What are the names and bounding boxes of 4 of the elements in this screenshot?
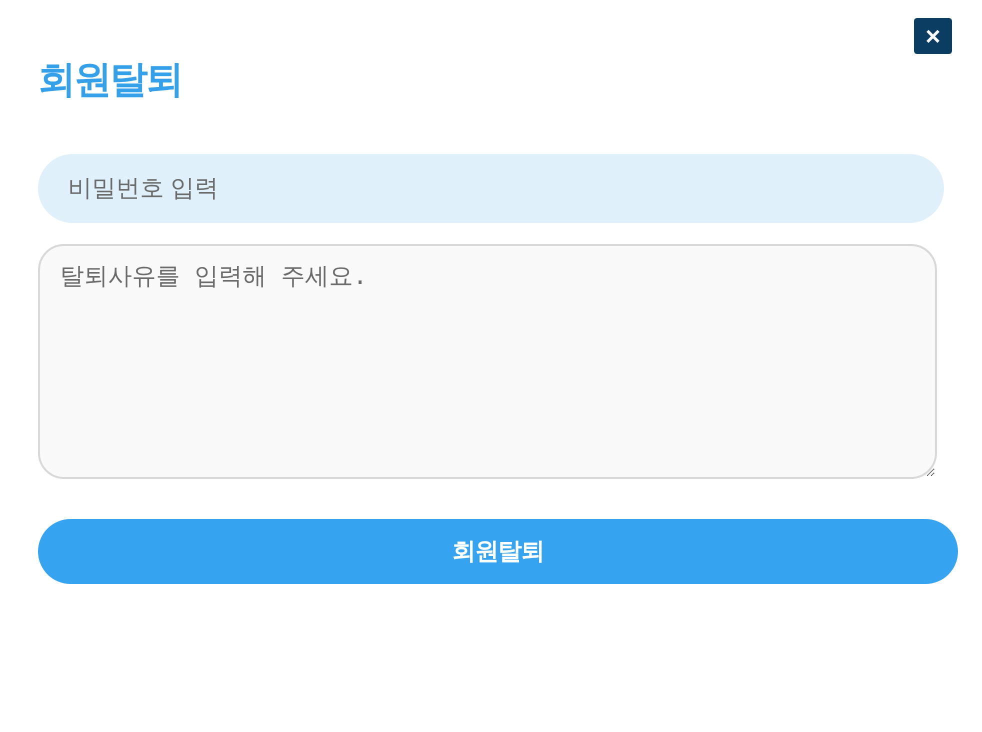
reason-field[interactable]: 탈퇴사유를 입력해 주세요. bbox=[38, 244, 937, 479]
password-field[interactable]: 비밀번호 입력 bbox=[38, 154, 944, 223]
close-button[interactable]: × bbox=[914, 18, 952, 54]
dialog-title: 회원탈퇴 bbox=[38, 58, 182, 103]
